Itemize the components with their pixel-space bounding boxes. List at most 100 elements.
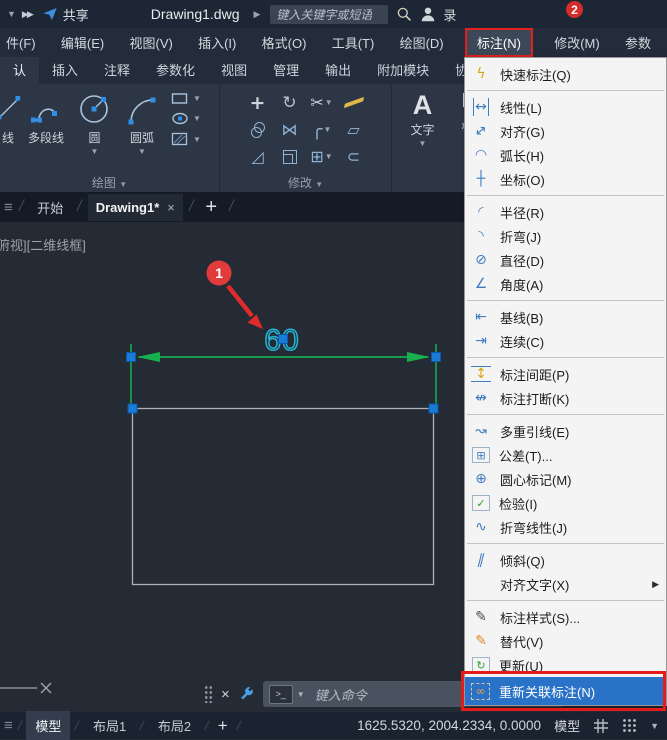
- menu-item-update[interactable]: ↻更新(U): [465, 653, 666, 677]
- text-button[interactable]: A 文字 ▼: [400, 88, 445, 148]
- grip-dim-right[interactable]: [432, 353, 441, 362]
- menu-format[interactable]: 格式(O): [258, 29, 311, 56]
- menu-parametric[interactable]: 参数: [621, 29, 655, 56]
- menu-item-reassociate[interactable]: ∞重新关联标注(N): [465, 677, 666, 705]
- expand-toolbar-icon[interactable]: ▶▶: [22, 9, 32, 20]
- model-space-toggle[interactable]: 模型: [554, 716, 580, 735]
- grip-dim-left[interactable]: [127, 353, 136, 362]
- trim-icon[interactable]: ✂▼: [310, 93, 332, 112]
- erase-icon[interactable]: [346, 100, 362, 105]
- circle-button[interactable]: 圆 ▼: [72, 88, 117, 156]
- menu-view[interactable]: 视图(V): [125, 29, 176, 56]
- menu-insert[interactable]: 插入(I): [194, 29, 240, 56]
- menu-file[interactable]: 件(F): [2, 29, 40, 56]
- text-dropdown-icon[interactable]: ▼: [419, 139, 427, 148]
- menu-item-linear[interactable]: ↔线性(L): [465, 95, 666, 119]
- ribbon-tab-manage[interactable]: 管理: [260, 55, 312, 84]
- modify-panel-expand-icon[interactable]: ▼: [315, 180, 323, 189]
- tab-start[interactable]: 开始: [29, 192, 71, 223]
- ellipse-button[interactable]: ▼: [171, 112, 201, 125]
- tab-drawing1[interactable]: Drawing1* ×: [88, 194, 183, 221]
- menu-item-inspection[interactable]: ✓检验(I): [465, 491, 666, 515]
- command-bar-drag-handle[interactable]: [204, 685, 213, 703]
- menu-item-arc-length[interactable]: ◠弧长(H): [465, 143, 666, 167]
- viewport-label[interactable]: 俯视][二维线框]: [0, 235, 86, 254]
- stretch-icon[interactable]: ◿: [251, 147, 263, 166]
- scale-icon[interactable]: [283, 150, 297, 164]
- copy-icon[interactable]: [251, 122, 265, 138]
- draw-panel-expand-icon[interactable]: ▼: [119, 180, 127, 189]
- circle-dropdown-icon[interactable]: ▼: [91, 147, 99, 156]
- file-tabs-menu-icon[interactable]: ≡: [4, 199, 13, 216]
- ribbon-tab-annotate[interactable]: 注释: [91, 55, 143, 84]
- menu-item-diameter[interactable]: ⊘直径(D): [465, 248, 666, 272]
- grip-dim-text[interactable]: [279, 335, 288, 344]
- menu-modify[interactable]: 修改(M): [550, 29, 604, 56]
- array-icon[interactable]: ⊞▼: [310, 147, 332, 166]
- menu-item-dimension-spacing[interactable]: ↕标注间距(P): [465, 362, 666, 386]
- menu-dimension[interactable]: 标注(N): [465, 28, 533, 57]
- menu-item-dimension-break[interactable]: ↮标注打断(K): [465, 386, 666, 410]
- signin-label[interactable]: 录: [443, 5, 456, 24]
- ribbon-tab-home[interactable]: 认: [0, 55, 39, 84]
- menu-item-align-text[interactable]: 对齐文字(X)▶: [465, 572, 666, 596]
- move-icon[interactable]: +: [250, 92, 266, 114]
- command-terminal-icon[interactable]: >_: [269, 685, 293, 704]
- snap-mode-icon[interactable]: [622, 718, 637, 733]
- ribbon-tab-insert[interactable]: 插入: [39, 55, 91, 84]
- snap-dropdown-icon[interactable]: ▼: [650, 721, 659, 731]
- menu-item-jogged-linear[interactable]: ∿折弯线性(J): [465, 515, 666, 539]
- rectangle-button[interactable]: ▼: [171, 92, 201, 105]
- draw-panel-label[interactable]: 绘图 ▼: [0, 173, 219, 192]
- polyline-button[interactable]: 多段线: [20, 88, 72, 146]
- menu-item-ordinate[interactable]: ┼坐标(O): [465, 167, 666, 191]
- menu-item-continue[interactable]: ⇥连续(C): [465, 329, 666, 353]
- arc-dropdown-icon[interactable]: ▼: [138, 147, 146, 156]
- menu-item-baseline[interactable]: ⇤基线(B): [465, 305, 666, 329]
- hatch-button[interactable]: ▼: [171, 132, 201, 146]
- ribbon-tab-parametric[interactable]: 参数化: [143, 55, 208, 84]
- menu-item-center-mark[interactable]: ⊕圆心标记(M): [465, 467, 666, 491]
- 3d-box-icon[interactable]: ▱: [347, 120, 359, 139]
- menu-item-multileader[interactable]: ↝多重引线(E): [465, 419, 666, 443]
- ribbon-tab-output[interactable]: 输出: [312, 55, 364, 84]
- new-tab-button[interactable]: +: [199, 196, 223, 219]
- menu-item-aligned[interactable]: ↔对齐(G): [465, 119, 666, 143]
- command-bar-close-icon[interactable]: ×: [221, 686, 230, 703]
- line-button[interactable]: 线: [0, 88, 20, 146]
- fillet-icon[interactable]: ╭▼: [312, 119, 332, 140]
- hatch-dropdown-icon[interactable]: ▼: [193, 135, 201, 144]
- modify-panel-label[interactable]: 修改 ▼: [220, 173, 391, 192]
- search-icon[interactable]: [396, 6, 413, 23]
- title-arrow-icon[interactable]: ▶: [254, 9, 261, 20]
- menu-item-oblique[interactable]: ∥倾斜(Q): [465, 548, 666, 572]
- model-tab[interactable]: 模型: [26, 711, 70, 740]
- grip-rect-topleft[interactable]: [128, 404, 137, 413]
- menu-item-jogged[interactable]: ◝折弯(J): [465, 224, 666, 248]
- customize-wrench-icon[interactable]: [238, 686, 255, 703]
- layout-menu-icon[interactable]: ≡: [4, 717, 13, 734]
- rectangle-dropdown-icon[interactable]: ▼: [193, 94, 201, 103]
- mirror-icon[interactable]: ⋈: [282, 120, 298, 139]
- grid-display-icon[interactable]: [593, 718, 609, 734]
- drawn-rectangle[interactable]: [133, 409, 434, 585]
- new-layout-button[interactable]: +: [214, 716, 232, 736]
- menu-edit[interactable]: 编辑(E): [57, 29, 108, 56]
- menu-item-radius[interactable]: ◜半径(R): [465, 200, 666, 224]
- layout2-tab[interactable]: 布局2: [149, 711, 200, 740]
- command-dropdown-icon[interactable]: ▼: [297, 690, 305, 699]
- menu-item-angular[interactable]: ∠角度(A): [465, 272, 666, 296]
- ribbon-tab-view[interactable]: 视图: [208, 55, 260, 84]
- quick-access-caret-icon[interactable]: ▼: [7, 9, 16, 19]
- rotate-icon[interactable]: ↻: [282, 93, 296, 113]
- menu-item-tolerance[interactable]: ⊞公差(T)...: [465, 443, 666, 467]
- tab-close-icon[interactable]: ×: [167, 200, 175, 215]
- arc-button[interactable]: 圆弧 ▼: [117, 88, 167, 156]
- share-button[interactable]: 共享: [42, 5, 89, 24]
- menu-item-quick-dimension[interactable]: ϟ快速标注(Q): [465, 62, 666, 86]
- grip-rect-topright[interactable]: [429, 404, 438, 413]
- ribbon-tab-addins[interactable]: 附加模块: [364, 55, 442, 84]
- menu-draw[interactable]: 绘图(D): [396, 29, 448, 56]
- user-account-icon[interactable]: [419, 5, 437, 23]
- offset-icon[interactable]: ⊂: [347, 147, 360, 166]
